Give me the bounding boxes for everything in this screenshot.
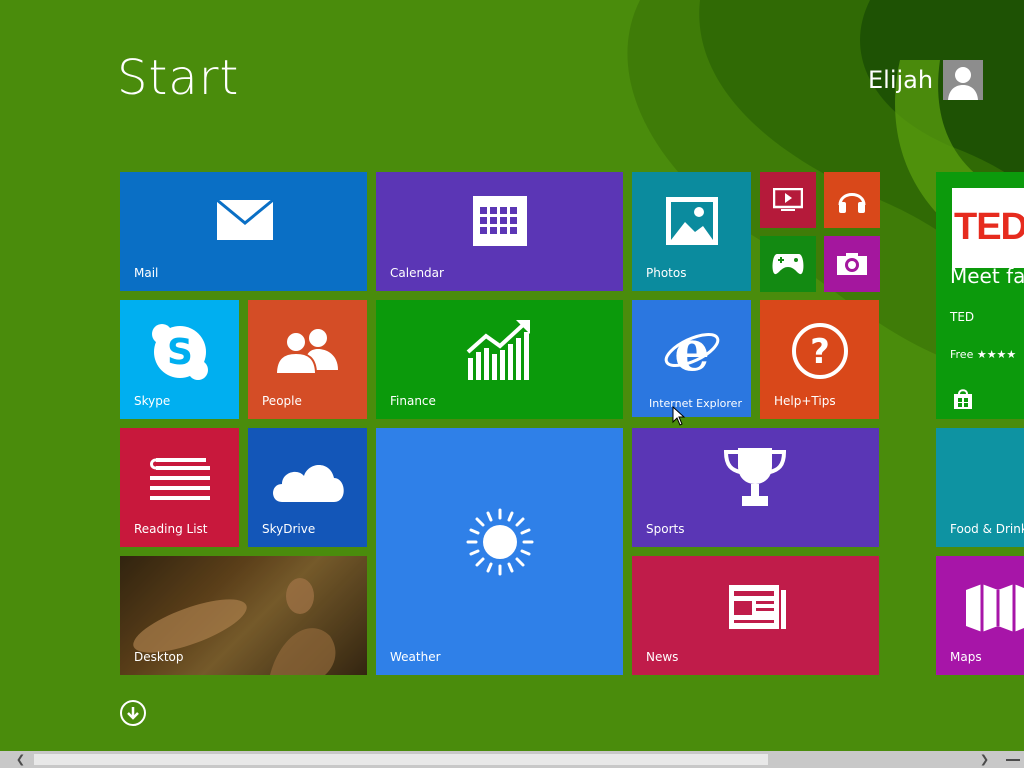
svg-text:S: S xyxy=(167,332,193,373)
tile-label: Skype xyxy=(134,394,171,408)
tile-food-drink[interactable]: Food & Drink xyxy=(936,428,1024,547)
scroll-right-icon[interactable]: ❯ xyxy=(976,751,993,768)
user-account[interactable]: Elijah xyxy=(868,60,984,100)
ted-price: Free ★★★★ xyxy=(950,348,1017,361)
horizontal-scrollbar[interactable]: ❮ ❯ xyxy=(0,751,1024,768)
tile-help-tips[interactable]: ? Help+Tips xyxy=(760,300,879,419)
news-icon xyxy=(729,585,786,629)
tile-label: People xyxy=(262,394,302,408)
all-apps-button[interactable] xyxy=(120,700,146,726)
tile-label: SkyDrive xyxy=(262,522,316,536)
tile-weather[interactable]: Weather xyxy=(376,428,623,675)
tile-label: Food & Drink xyxy=(950,522,1024,536)
tile-ted[interactable]: TED Meet fas TED Free ★★★★ xyxy=(936,172,1024,419)
tile-label: Sports xyxy=(646,522,685,536)
tile-maps[interactable]: Maps xyxy=(936,556,1024,675)
store-icon xyxy=(954,389,972,409)
tile-label: Help+Tips xyxy=(774,394,836,408)
ted-title: Meet fas xyxy=(950,264,1024,288)
tile-desktop[interactable]: Desktop xyxy=(120,556,367,675)
help-icon: ? xyxy=(792,323,848,379)
mouse-cursor xyxy=(672,406,686,426)
tile-label: Reading List xyxy=(134,522,208,536)
tile-label: Internet Explorer xyxy=(649,397,742,410)
user-icon[interactable] xyxy=(943,60,984,100)
tile-video[interactable] xyxy=(760,172,816,228)
tile-label: Mail xyxy=(134,266,159,280)
tile-label: Maps xyxy=(950,650,982,664)
tile-sports[interactable]: Sports xyxy=(632,428,879,547)
internet-explorer-icon: e xyxy=(664,320,720,380)
people-icon xyxy=(274,329,338,374)
scroll-left-icon[interactable]: ❮ xyxy=(12,751,29,768)
start-title: Start xyxy=(117,50,240,106)
tile-finance[interactable]: Finance xyxy=(376,300,623,419)
tile-label: Desktop xyxy=(134,650,184,664)
tile-games[interactable] xyxy=(760,236,816,292)
tile-music[interactable] xyxy=(824,172,880,228)
user-name: Elijah xyxy=(868,66,934,94)
scroll-thumb[interactable] xyxy=(34,754,768,765)
finance-chart-icon xyxy=(466,320,530,380)
headphones-icon xyxy=(838,193,866,213)
cloud-icon xyxy=(273,465,344,502)
down-arrow-icon xyxy=(127,707,139,720)
tile-label: Photos xyxy=(646,266,687,280)
tile-camera[interactable] xyxy=(824,236,880,292)
photos-icon xyxy=(666,197,718,245)
trophy-icon xyxy=(723,448,787,506)
map-icon xyxy=(966,584,1024,632)
ted-subtitle: TED xyxy=(950,310,975,324)
tile-label: News xyxy=(646,650,679,664)
tile-internet-explorer[interactable]: e Internet Explorer xyxy=(632,300,751,417)
zoom-out-icon[interactable] xyxy=(1006,759,1020,761)
tile-label: Finance xyxy=(390,394,436,408)
tile-calendar[interactable]: Calendar xyxy=(376,172,623,291)
calendar-icon xyxy=(473,196,527,246)
tile-news[interactable]: News xyxy=(632,556,879,675)
reading-list-icon xyxy=(150,458,210,500)
svg-text:?: ? xyxy=(810,332,830,372)
tile-mail[interactable]: Mail xyxy=(120,172,367,291)
camera-icon xyxy=(837,253,867,275)
tile-photos[interactable]: Photos xyxy=(632,172,751,291)
svg-text:e: e xyxy=(674,320,710,380)
tile-label: Weather xyxy=(390,650,441,664)
video-icon xyxy=(773,188,803,211)
tile-reading-list[interactable]: Reading List xyxy=(120,428,239,547)
tile-people[interactable]: People xyxy=(248,300,367,419)
skype-icon: S xyxy=(152,324,208,380)
gamepad-icon xyxy=(772,254,804,275)
envelope-icon xyxy=(216,199,274,240)
ted-logo: TED xyxy=(952,188,1024,268)
tile-skype[interactable]: S Skype xyxy=(120,300,239,419)
tile-label: Calendar xyxy=(390,266,444,280)
tile-skydrive[interactable]: SkyDrive xyxy=(248,428,367,547)
sun-icon xyxy=(466,508,534,576)
